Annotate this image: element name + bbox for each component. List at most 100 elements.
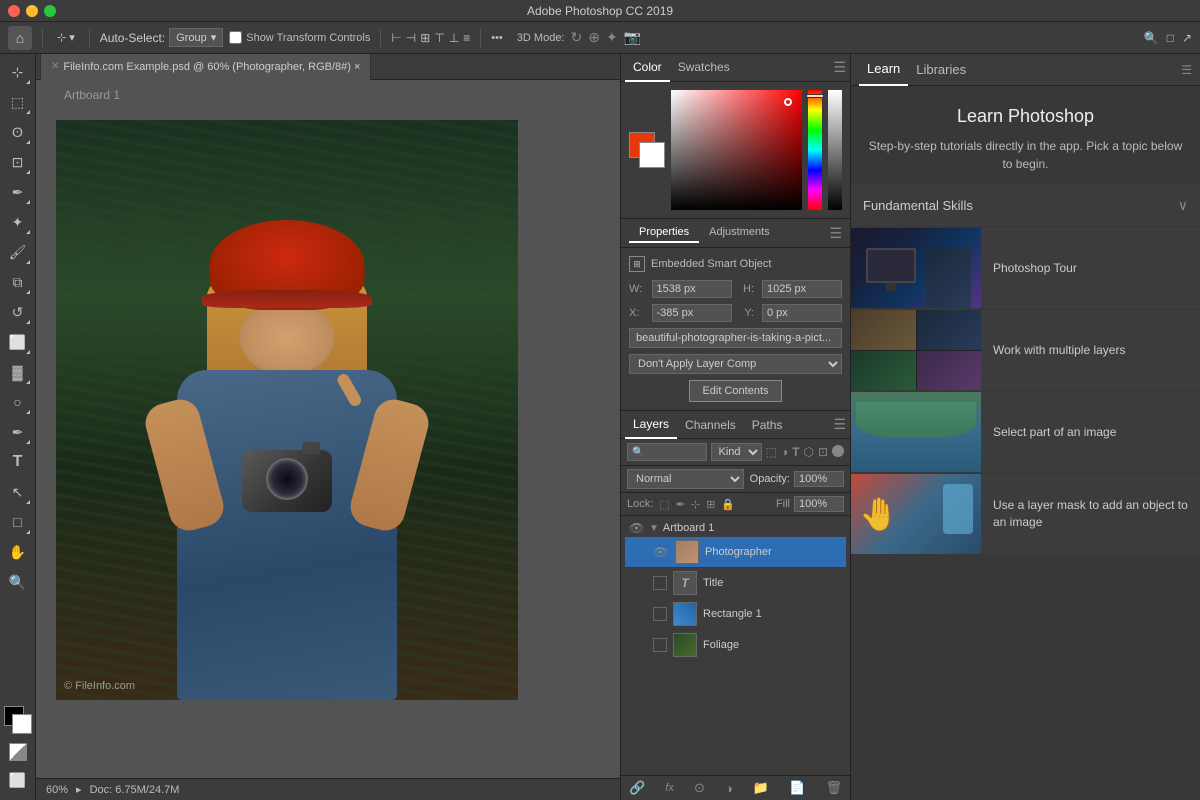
artboard-expand-icon[interactable]: ▼: [649, 523, 659, 534]
close-button[interactable]: [8, 5, 20, 17]
transform-checkbox[interactable]: Show Transform Controls: [229, 31, 370, 44]
new-layer-icon[interactable]: 📄: [789, 780, 805, 796]
3d-pan-icon[interactable]: ⊕: [588, 29, 600, 46]
group-select[interactable]: Group ▾: [169, 28, 223, 47]
swatches-tab[interactable]: Swatches: [670, 54, 738, 82]
layer-foliage[interactable]: Foliage: [625, 630, 846, 661]
clone-tool[interactable]: ⧉: [4, 268, 32, 296]
libraries-tab[interactable]: Libraries: [908, 54, 974, 86]
lock-transparent-icon[interactable]: ⬚: [659, 498, 669, 511]
lock-paint-icon[interactable]: ✒: [676, 498, 685, 511]
text-tool[interactable]: T: [4, 448, 32, 476]
more-options-btn[interactable]: •••: [491, 32, 503, 44]
properties-tab[interactable]: Properties: [629, 223, 699, 243]
filter-adjust-icon[interactable]: ◑: [781, 445, 788, 459]
move-tool-btn[interactable]: ⊹ ▾: [53, 29, 79, 46]
dodge-tool[interactable]: ○: [4, 388, 32, 416]
new-group-icon[interactable]: 📁: [753, 780, 769, 796]
opacity-input[interactable]: [794, 471, 844, 487]
screen-mode-btn[interactable]: ⬜: [4, 766, 32, 794]
history-tool[interactable]: ↺: [4, 298, 32, 326]
search-icon[interactable]: 🔍: [1144, 31, 1159, 45]
align-left-icon[interactable]: ⊢: [391, 31, 401, 45]
delete-layer-icon[interactable]: 🗑: [825, 780, 842, 796]
h-input[interactable]: [762, 280, 842, 298]
quick-mask-btn[interactable]: [6, 740, 30, 764]
tab-close-icon[interactable]: ✕: [51, 61, 59, 72]
eyedropper-tool[interactable]: ✒: [4, 178, 32, 206]
shape-tool[interactable]: □: [4, 508, 32, 536]
add-mask-icon[interactable]: ⊙: [694, 780, 705, 796]
filter-toggle[interactable]: [832, 445, 844, 457]
transform-check[interactable]: [229, 31, 242, 44]
align-bottom-icon[interactable]: ≡: [463, 31, 470, 45]
fill-input[interactable]: [794, 496, 844, 512]
maximize-button[interactable]: [44, 5, 56, 17]
heal-tool[interactable]: ✦: [4, 208, 32, 236]
filter-smart-icon[interactable]: ⊡: [818, 445, 828, 459]
color-swatches[interactable]: [4, 706, 32, 734]
tutorial-layer-mask[interactable]: 🤚 Use a layer mask to add an object to a…: [851, 474, 1200, 554]
align-top-icon[interactable]: ⊤: [434, 31, 444, 45]
align-center-icon[interactable]: ⊣: [406, 31, 416, 45]
3d-rotate-icon[interactable]: ↻: [571, 29, 583, 46]
tutorial-select-image[interactable]: Select part of an image: [851, 392, 1200, 472]
bg-swatch[interactable]: [639, 142, 665, 168]
layer-comp-select[interactable]: Don't Apply Layer Comp: [629, 354, 842, 374]
move-tool[interactable]: ⊹: [4, 58, 32, 86]
filter-pixel-icon[interactable]: ⬚: [766, 445, 777, 459]
lock-move-icon[interactable]: ⊹: [691, 498, 700, 511]
eraser-tool[interactable]: ⬜: [4, 328, 32, 356]
brightness-bar[interactable]: [828, 90, 842, 210]
layer-rectangle[interactable]: Rectangle 1: [625, 599, 846, 630]
window-controls[interactable]: [8, 5, 56, 17]
artboard-visibility[interactable]: 👁: [629, 521, 645, 535]
hue-bar[interactable]: [808, 90, 822, 210]
w-input[interactable]: [652, 280, 732, 298]
hand-tool[interactable]: ✋: [4, 538, 32, 566]
title-visibility-check[interactable]: [653, 576, 667, 590]
learn-panel-menu-icon[interactable]: ☰: [1181, 63, 1192, 77]
brush-tool[interactable]: 🖌: [4, 238, 32, 266]
canvas-image[interactable]: © FileInfo.com: [56, 120, 518, 700]
align-middle-icon[interactable]: ⊥: [449, 31, 459, 45]
artboard-header[interactable]: 👁 ▼ Artboard 1: [625, 519, 846, 537]
minimize-button[interactable]: [26, 5, 38, 17]
3d-orbit-icon[interactable]: ✦: [606, 29, 618, 46]
layers-tab[interactable]: Layers: [625, 411, 677, 439]
selection-tool[interactable]: ⬚: [4, 88, 32, 116]
fx-icon[interactable]: fx: [665, 782, 674, 794]
properties-menu[interactable]: ☰: [829, 225, 842, 242]
y-input[interactable]: [762, 304, 842, 322]
filter-text-icon[interactable]: T: [792, 445, 799, 459]
layer-title[interactable]: T Title: [625, 568, 846, 599]
path-select-tool[interactable]: ↖: [4, 478, 32, 506]
home-button[interactable]: ⌂: [8, 26, 32, 50]
blend-mode-select[interactable]: Normal: [627, 469, 744, 489]
crop-tool[interactable]: ⊡: [4, 148, 32, 176]
foliage-visibility-check[interactable]: [653, 638, 667, 652]
gradient-tool[interactable]: ▓: [4, 358, 32, 386]
lock-artboard-icon[interactable]: ⊞: [706, 498, 715, 511]
document-tab[interactable]: ✕ FileInfo.com Example.psd @ 60% (Photog…: [40, 54, 371, 80]
align-right-icon[interactable]: ⊞: [420, 31, 430, 45]
lock-all-icon[interactable]: 🔒: [721, 498, 735, 511]
paths-tab[interactable]: Paths: [744, 411, 791, 439]
link-layers-icon[interactable]: 🔗: [629, 780, 645, 796]
edit-contents-button[interactable]: Edit Contents: [689, 380, 781, 402]
x-input[interactable]: [652, 304, 732, 322]
color-gradient[interactable]: [671, 90, 802, 210]
zoom-tool[interactable]: 🔍: [4, 568, 32, 596]
adjustments-tab[interactable]: Adjustments: [699, 223, 780, 243]
fg-bg-swatches[interactable]: [629, 132, 665, 168]
canvas-wrapper[interactable]: Artboard 1: [36, 80, 620, 778]
filename-field[interactable]: [629, 328, 842, 348]
layer-photographer[interactable]: 👁 Photographer: [625, 537, 846, 568]
lasso-tool[interactable]: ʘ: [4, 118, 32, 146]
background-color[interactable]: [12, 714, 32, 734]
color-tab[interactable]: Color: [625, 54, 670, 82]
skill-header[interactable]: Fundamental Skills ∨: [851, 185, 1200, 226]
pen-tool[interactable]: ✒: [4, 418, 32, 446]
share-icon[interactable]: ↗: [1182, 31, 1192, 45]
color-panel-menu[interactable]: ☰: [833, 59, 846, 76]
